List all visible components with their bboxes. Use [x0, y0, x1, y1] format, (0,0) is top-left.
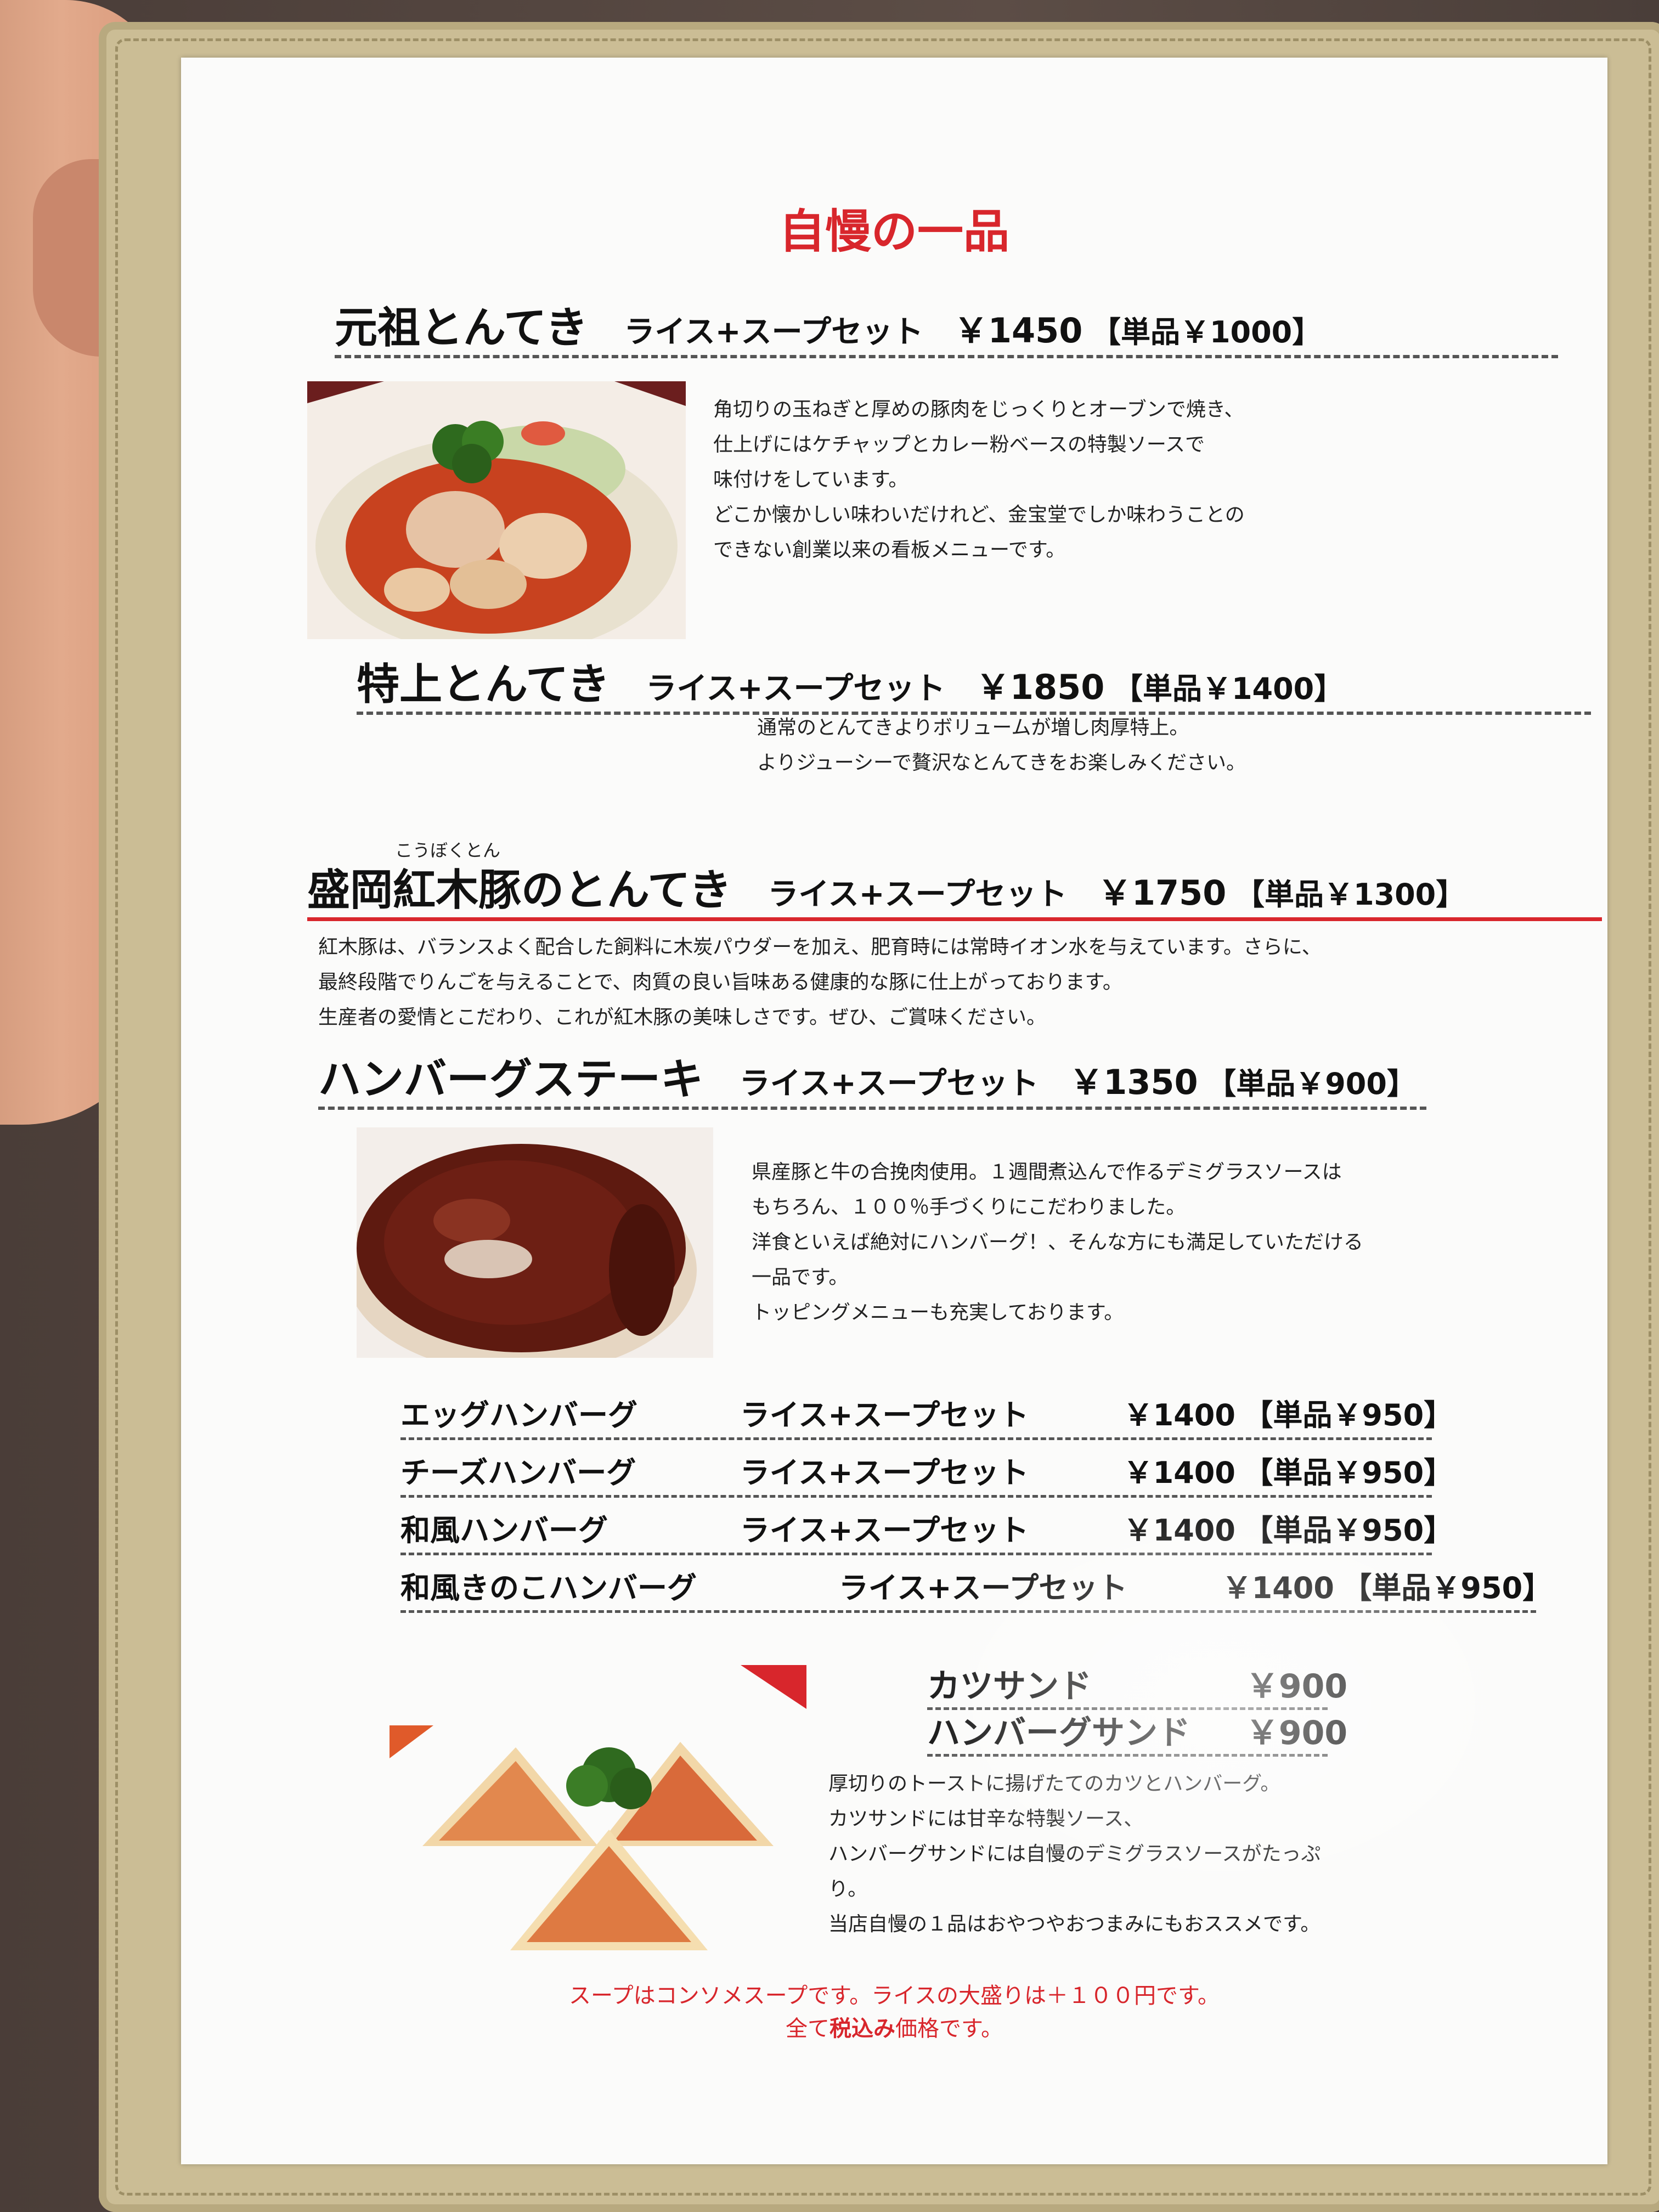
variant-name: エッグハンバーグ	[400, 1398, 637, 1432]
desc-line: 一品です。	[752, 1266, 849, 1289]
item-description: 県産豚と牛の合挽肉使用。１週間煮込んで作るデミグラスソースは もちろん、１００％…	[752, 1155, 1602, 1330]
desc-line: よりジューシーで贅沢なとんてきをお楽しみください。	[757, 752, 1246, 774]
item-name: 盛岡紅木豚のとんてき	[307, 866, 732, 915]
desc-line: 当店自慢の１品はおやつやおつまみにもおススメです。	[828, 1913, 1321, 1936]
desc-line: トッピングメニューも充実しております。	[752, 1301, 1124, 1324]
footnote-tax-bold: 税込み	[830, 2016, 895, 2041]
desc-line: 厚切りのトーストに揚げたてのカツとハンバーグ。	[828, 1773, 1280, 1795]
item-single-price: 【単品￥900】	[1206, 1066, 1417, 1101]
item-single-price: 【単品￥1400】	[1113, 672, 1344, 706]
item-set-label: ライス+スープセット	[646, 671, 946, 707]
variant-row: 和風きのこハンバーグ ライス+スープセット ￥1400 【単品￥950】	[400, 1564, 1552, 1613]
variant-single-price: 【単品￥950】	[1243, 1398, 1454, 1432]
desc-line: 県産豚と牛の合挽肉使用。１週間煮込んで作るデミグラスソースは	[752, 1161, 1342, 1183]
variant-price: ￥1400	[1123, 1455, 1235, 1490]
sandwich-price: ￥900	[1245, 1667, 1348, 1706]
item-set-label: ライス+スープセット	[768, 877, 1068, 912]
desc-line: 角切りの玉ねぎと厚めの豚肉をじっくりとオーブンで焼き、	[713, 398, 1244, 421]
variant-price: ￥1400	[1123, 1513, 1235, 1548]
desc-line: もちろん、１００％手づくりにこだわりました。	[752, 1196, 1186, 1218]
item-heading-hamburg-steak: ハンバーグステーキ ライス+スープセット ￥1350 【単品￥900】	[318, 1045, 1426, 1110]
sandwich-row: カツサンド ￥900	[927, 1660, 1347, 1710]
sandwich-name: カツサンド	[927, 1667, 1092, 1706]
menu-page: 自慢の一品 元祖とんてき ライス+スープセット ￥1450 【単品￥1000】 …	[181, 58, 1607, 2164]
variant-name: 和風きのこハンバーグ	[400, 1571, 697, 1605]
item-single-price: 【単品￥1300】	[1234, 877, 1466, 912]
variant-set-label: ライス+スープセット	[740, 1513, 1029, 1548]
hamburg-photo	[357, 1127, 713, 1358]
item-price: ￥1850	[975, 667, 1105, 707]
variant-single-price: 【単品￥950】	[1342, 1571, 1553, 1605]
item-name: 特上とんてき	[357, 660, 610, 709]
item-description: 通常のとんてきよりボリュームが増し肉厚特上。 よりジューシーで贅沢なとんてきをお…	[757, 710, 1580, 781]
variant-single-price: 【単品￥950】	[1243, 1513, 1454, 1548]
item-heading-tokujo-tonteki: 特上とんてき ライス+スープセット ￥1850 【単品￥1400】	[357, 650, 1591, 715]
variant-price: ￥1400	[1123, 1398, 1235, 1432]
footnote-soup-rice: スープはコンソメスープです。ライスの大盛りは＋１００円です。	[569, 1983, 1220, 2008]
tonteki-photo	[307, 381, 686, 639]
sandwich-photo	[390, 1665, 806, 1972]
item-name: ハンバーグステーキ	[318, 1055, 704, 1104]
sandwich-description: 厚切りのトーストに揚げたてのカツとハンバーグ。 カツサンドには甘辛な特製ソース、…	[828, 1767, 1542, 1942]
variant-price: ￥1400	[1222, 1571, 1334, 1605]
item-set-label: ライス+スープセット	[739, 1066, 1039, 1102]
desc-line: できない創業以来の看板メニューです。	[713, 539, 1066, 561]
item-single-price: 【単品￥1000】	[1091, 315, 1322, 349]
desc-line: どこか懐かしい味わいだけれど、金宝堂でしか味わうことの	[713, 504, 1245, 526]
desc-line: り。	[828, 1878, 868, 1900]
variant-set-label: ライス+スープセット	[740, 1455, 1029, 1490]
footnote-tax-post: 価格です。	[895, 2016, 1003, 2041]
item-name: 元祖とんてき	[335, 303, 588, 353]
variant-row: エッグハンバーグ ライス+スープセット ￥1400 【単品￥950】	[400, 1391, 1453, 1440]
footnote-tax-pre: 全て	[786, 2016, 830, 2041]
variant-set-label: ライス+スープセット	[740, 1398, 1029, 1432]
desc-line: 洋食といえば絶対にハンバーグ！、そんな方にも満足していただける	[752, 1231, 1363, 1254]
variant-name: チーズハンバーグ	[400, 1455, 636, 1490]
desc-line: 紅木豚は、バランスよく配合した飼料に木炭パウダーを加え、肥育時には常時イオン水を…	[318, 936, 1322, 958]
desc-line: ハンバーグサンドには自慢のデミグラスソースがたっぷ	[828, 1843, 1321, 1865]
variant-single-price: 【単品￥950】	[1243, 1455, 1454, 1490]
item-price: ￥1750	[1097, 873, 1227, 913]
item-heading-kobokuton-tonteki: 盛岡紅木豚のとんてき ライス+スープセット ￥1750 【単品￥1300】	[307, 856, 1602, 921]
item-price: ￥1450	[953, 311, 1083, 351]
item-description: 角切りの玉ねぎと厚めの豚肉をじっくりとオーブンで焼き、 仕上げにはケチャップとカ…	[713, 392, 1536, 568]
sandwich-name: ハンバーグサンド	[927, 1714, 1190, 1752]
variant-row: チーズハンバーグ ライス+スープセット ￥1400 【単品￥950】	[400, 1448, 1453, 1498]
desc-line: 味付けをしています。	[713, 469, 909, 491]
sandwich-row: ハンバーグサンド ￥900	[927, 1706, 1347, 1757]
footnote-tax: 全て税込み価格です。	[181, 2011, 1607, 2042]
desc-line: 通常のとんてきよりボリュームが増し肉厚特上。	[757, 716, 1189, 739]
item-description: 紅木豚は、バランスよく配合した飼料に木炭パウダーを加え、肥育時には常時イオン水を…	[318, 930, 1591, 1035]
item-set-label: ライス+スープセット	[624, 314, 924, 350]
page-title: 自慢の一品	[778, 205, 1009, 258]
sandwich-price: ￥900	[1245, 1714, 1348, 1752]
desc-line: 生産者の愛情とこだわり、これが紅木豚の美味しさです。ぜひ、ご賞味ください。	[318, 1006, 1046, 1029]
desc-line: 仕上げにはケチャップとカレー粉ベースの特製ソースで	[713, 433, 1205, 456]
variant-row: 和風ハンバーグ ライス+スープセット ￥1400 【単品￥950】	[400, 1506, 1453, 1555]
item-heading-ganso-tonteki: 元祖とんてき ライス+スープセット ￥1450 【単品￥1000】	[335, 294, 1558, 358]
variant-name: 和風ハンバーグ	[400, 1513, 608, 1548]
desc-line: カツサンドには甘辛な特製ソース、	[828, 1808, 1144, 1830]
variant-set-label: ライス+スープセット	[838, 1571, 1128, 1605]
item-price: ￥1350	[1069, 1062, 1198, 1102]
desc-line: 最終段階でりんごを与えることで、肉質の良い旨味ある健康的な豚に仕上がっております…	[318, 971, 1122, 994]
